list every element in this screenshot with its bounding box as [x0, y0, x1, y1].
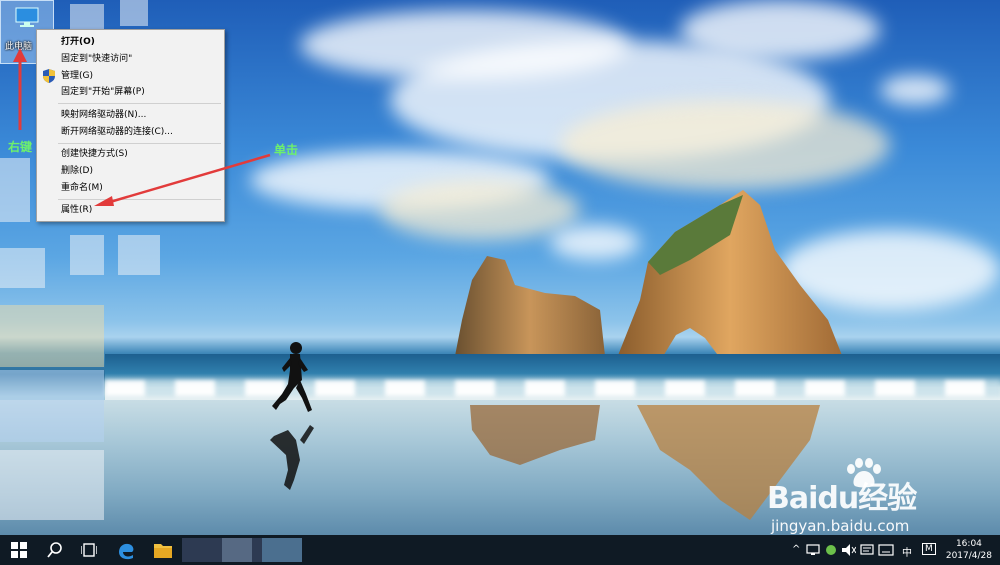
baidu-watermark: Baidu经验 jingyan.baidu.com: [765, 455, 1000, 535]
windows-start-icon: [11, 542, 27, 558]
annotation-single-click: 单击: [274, 143, 299, 157]
task-view-icon: [81, 543, 97, 557]
taskbar-app-obscured[interactable]: [222, 538, 252, 562]
clock-time: 16:04: [955, 539, 982, 549]
ime-mode-indicator[interactable]: M: [922, 543, 936, 555]
file-explorer-button[interactable]: [145, 535, 179, 565]
tray-chevron-up-icon[interactable]: ^: [792, 544, 800, 555]
keyboard-icon[interactable]: [878, 544, 894, 556]
start-button[interactable]: [2, 535, 36, 565]
search-button[interactable]: [38, 535, 72, 565]
arrowhead-icon: [13, 48, 27, 62]
taskbar-app-obscured[interactable]: [262, 538, 302, 562]
action-center-icon[interactable]: [860, 544, 874, 556]
arrow-to-properties: [109, 153, 271, 204]
tray-app-icon[interactable]: [824, 544, 838, 556]
edge-icon: [119, 543, 134, 560]
watermark-brand: Baidu经验: [767, 481, 917, 516]
file-explorer-icon: [154, 544, 172, 558]
clock[interactable]: 16:04 2017/4/28: [946, 538, 992, 562]
task-view-button[interactable]: [72, 535, 106, 565]
taskbar: ^ 中 M 16:04 2017/4/28: [0, 535, 1000, 565]
volume-muted-icon[interactable]: [842, 544, 856, 556]
arrowhead-icon: [94, 196, 114, 206]
edge-button[interactable]: [108, 535, 142, 565]
watermark-url: jingyan.baidu.com: [771, 517, 910, 535]
ime-indicator[interactable]: 中: [902, 544, 912, 559]
clock-date: 2017/4/28: [945, 551, 992, 561]
network-icon[interactable]: [806, 544, 820, 556]
annotation-right-click: 右键: [8, 140, 33, 154]
search-icon: [47, 542, 62, 558]
